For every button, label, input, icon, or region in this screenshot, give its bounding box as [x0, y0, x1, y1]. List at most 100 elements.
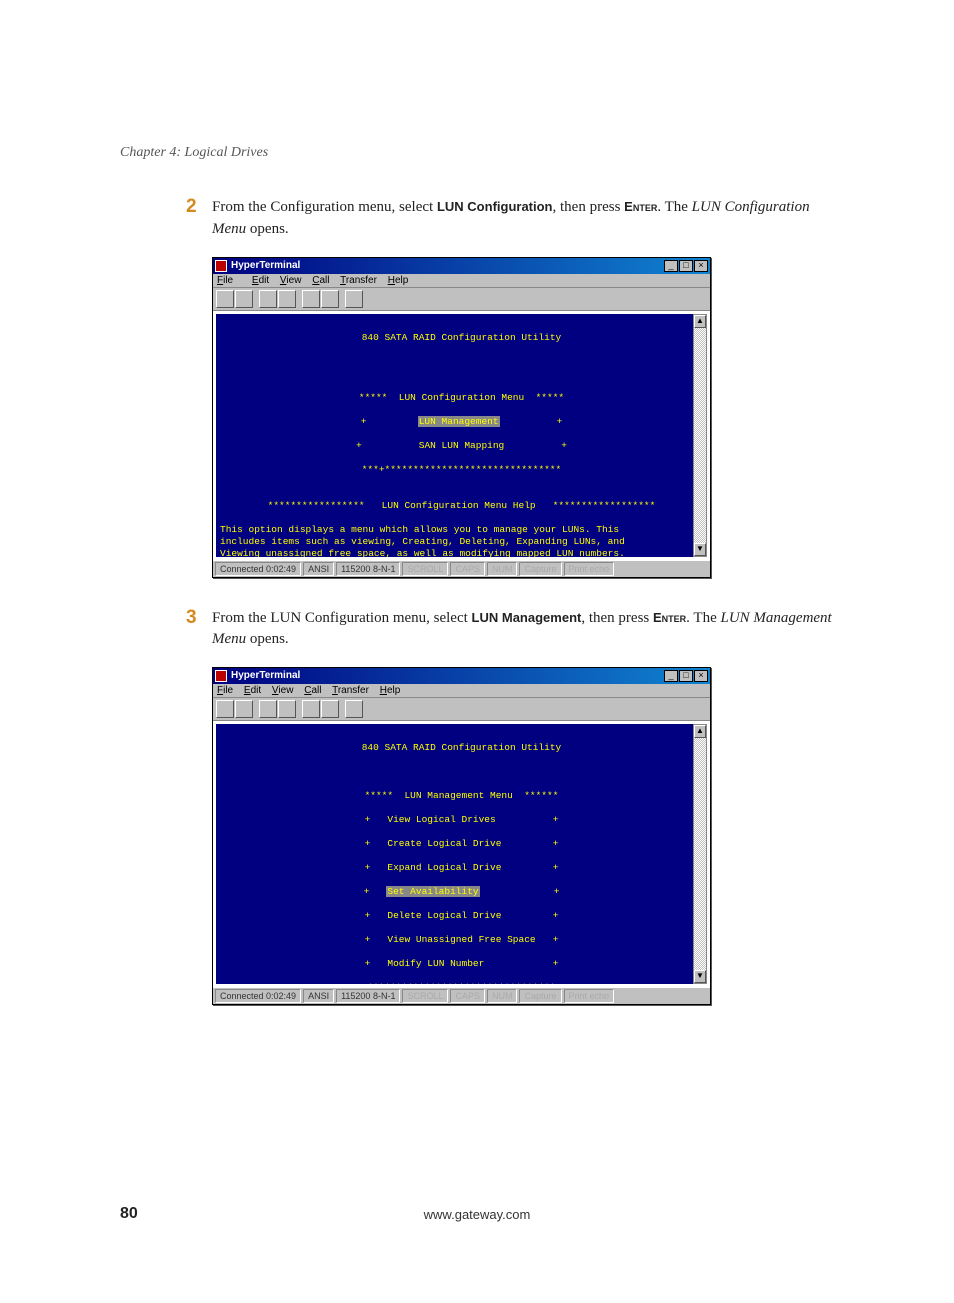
- disconnect-icon[interactable]: [278, 700, 296, 718]
- properties-icon[interactable]: [345, 290, 363, 308]
- menu-item[interactable]: + Modify LUN Number +: [220, 958, 703, 970]
- properties-icon[interactable]: [345, 700, 363, 718]
- menu-transfer[interactable]: Transfer: [332, 685, 369, 696]
- new-icon[interactable]: [216, 700, 234, 718]
- close-button[interactable]: ×: [694, 670, 708, 682]
- maximize-button[interactable]: □: [679, 670, 693, 682]
- menu-bar: File Edit View Call Transfer Help: [213, 684, 710, 698]
- menu-item[interactable]: + Create Logical Drive +: [220, 838, 703, 850]
- resize-grip[interactable]: [694, 989, 708, 1003]
- minimize-button[interactable]: _: [664, 670, 678, 682]
- menu-border: *********************************: [220, 982, 703, 984]
- key-enter: Enter: [624, 199, 657, 214]
- menu-help[interactable]: Help: [380, 685, 401, 696]
- open-icon[interactable]: [235, 700, 253, 718]
- page-footer: 80 www.gateway.com: [120, 1205, 834, 1223]
- menu-edit[interactable]: Edit: [244, 685, 261, 696]
- connect-icon[interactable]: [259, 700, 277, 718]
- selected-item[interactable]: Set Availability: [386, 886, 479, 897]
- scroll-down-button[interactable]: ▼: [694, 543, 706, 556]
- menu-transfer[interactable]: Transfer: [340, 275, 377, 286]
- menu-title: ***** LUN Configuration Menu *****: [220, 392, 703, 404]
- t: +: [361, 416, 418, 427]
- term-bold: LUN Configuration: [437, 199, 553, 214]
- disconnect-icon[interactable]: [278, 290, 296, 308]
- t: +: [480, 886, 560, 897]
- menu-border: ***+*******************************: [220, 464, 703, 476]
- toolbar: [213, 698, 710, 721]
- page-number: 80: [120, 1205, 200, 1223]
- window-title: HyperTerminal: [231, 668, 664, 684]
- close-button[interactable]: ×: [694, 260, 708, 272]
- menu-title: ***** LUN Management Menu ******: [220, 790, 703, 802]
- help-body: includes items such as viewing, Creating…: [220, 536, 625, 547]
- status-connected: Connected 0:02:49: [215, 562, 301, 576]
- status-emulation: ANSI: [303, 989, 334, 1003]
- scroll-up-button[interactable]: ▲: [694, 725, 706, 738]
- selected-item[interactable]: LUN Management: [418, 416, 500, 427]
- toolbar: [213, 288, 710, 311]
- status-scroll: SCROLL: [402, 562, 448, 576]
- new-icon[interactable]: [216, 290, 234, 308]
- receive-icon[interactable]: [321, 700, 339, 718]
- t: opens.: [246, 631, 289, 647]
- status-emulation: ANSI: [303, 562, 334, 576]
- chapter-header: Chapter 4: Logical Drives: [120, 145, 834, 161]
- status-echo: Print echo: [564, 989, 615, 1003]
- menu-call[interactable]: Call: [312, 275, 329, 286]
- menu-item[interactable]: + Expand Logical Drive +: [220, 862, 703, 874]
- menu-item[interactable]: + View Logical Drives +: [220, 814, 703, 826]
- step-number: 2: [186, 196, 197, 218]
- t: , then press: [553, 199, 625, 215]
- t: , then press: [581, 610, 653, 626]
- resize-grip[interactable]: [694, 562, 708, 576]
- t: . The: [686, 610, 720, 626]
- status-caps: CAPS: [450, 989, 485, 1003]
- menu-item[interactable]: + Delete Logical Drive +: [220, 910, 703, 922]
- menu-file[interactable]: File: [217, 685, 233, 696]
- title-bar: HyperTerminal _ □ ×: [213, 668, 710, 684]
- open-icon[interactable]: [235, 290, 253, 308]
- menu-call[interactable]: Call: [304, 685, 321, 696]
- scroll-up-button[interactable]: ▲: [694, 315, 706, 328]
- util-title: 840 SATA RAID Configuration Utility: [220, 742, 703, 754]
- status-capture: Capture: [519, 562, 561, 576]
- connect-icon[interactable]: [259, 290, 277, 308]
- terminal-screen[interactable]: 840 SATA RAID Configuration Utility ****…: [216, 314, 707, 557]
- help-body: This option displays a menu which allows…: [220, 524, 619, 535]
- status-echo: Print echo: [564, 562, 615, 576]
- menu-view[interactable]: View: [280, 275, 302, 286]
- receive-icon[interactable]: [321, 290, 339, 308]
- menu-edit[interactable]: Edit: [252, 275, 269, 286]
- menu-file[interactable]: File: [217, 275, 241, 286]
- scroll-track[interactable]: [694, 328, 706, 543]
- status-bar: Connected 0:02:49 ANSI 115200 8-N-1 SCRO…: [213, 987, 710, 1004]
- send-icon[interactable]: [302, 290, 320, 308]
- maximize-button[interactable]: □: [679, 260, 693, 272]
- footer-url: www.gateway.com: [200, 1207, 754, 1222]
- scrollbar[interactable]: ▲ ▼: [693, 314, 707, 557]
- t: From the Configuration menu, select: [212, 199, 437, 215]
- scrollbar[interactable]: ▲ ▼: [693, 724, 707, 984]
- status-num: NUM: [487, 989, 518, 1003]
- app-icon: [215, 670, 227, 682]
- terminal-screen[interactable]: 840 SATA RAID Configuration Utility ****…: [216, 724, 707, 984]
- app-icon: [215, 260, 227, 272]
- scroll-down-button[interactable]: ▼: [694, 970, 706, 983]
- help-header: ***************** LUN Configuration Menu…: [220, 500, 703, 512]
- status-line: 115200 8-N-1: [336, 989, 400, 1003]
- send-icon[interactable]: [302, 700, 320, 718]
- hyperterminal-window-1: HyperTerminal _ □ × File Edit View Call …: [212, 257, 711, 578]
- scroll-track[interactable]: [694, 738, 706, 970]
- menu-help[interactable]: Help: [388, 275, 409, 286]
- status-scroll: SCROLL: [402, 989, 448, 1003]
- menu-item[interactable]: + SAN LUN Mapping +: [220, 440, 703, 452]
- menu-view[interactable]: View: [272, 685, 294, 696]
- help-body: Viewing unassigned free space, as well a…: [220, 548, 625, 557]
- title-bar: HyperTerminal _ □ ×: [213, 258, 710, 274]
- status-capture: Capture: [519, 989, 561, 1003]
- window-title: HyperTerminal: [231, 258, 664, 274]
- minimize-button[interactable]: _: [664, 260, 678, 272]
- util-title: 840 SATA RAID Configuration Utility: [220, 332, 703, 344]
- menu-item[interactable]: + View Unassigned Free Space +: [220, 934, 703, 946]
